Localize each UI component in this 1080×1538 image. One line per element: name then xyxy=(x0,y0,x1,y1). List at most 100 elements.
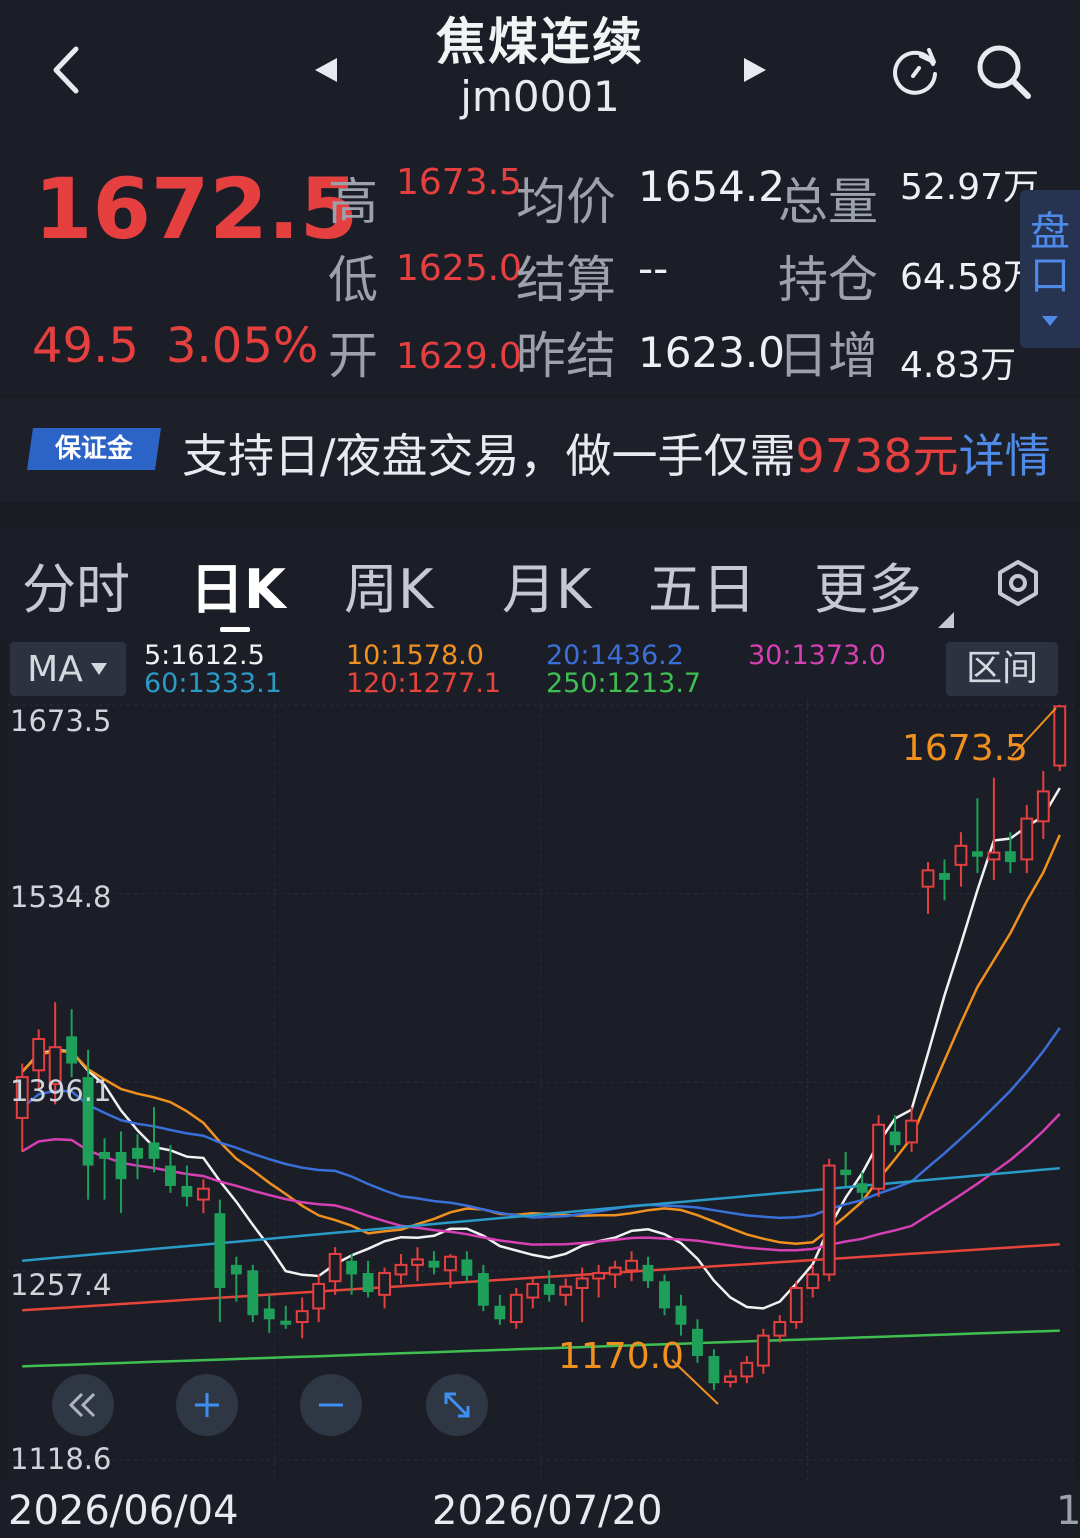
tab-daily-k[interactable]: 日K xyxy=(190,545,286,624)
candle xyxy=(181,1185,193,1197)
settle-label: 结算 xyxy=(516,251,616,309)
candle xyxy=(608,1266,622,1276)
candle xyxy=(921,869,935,888)
ma120-legend: 120:1277.1 xyxy=(346,668,502,699)
candle xyxy=(692,1328,703,1357)
order-book-button[interactable]: 盘 口 xyxy=(1020,190,1080,348)
page-marker: 1 xyxy=(1056,1488,1080,1534)
open-interest-value: 64.58万 xyxy=(900,257,1040,298)
volume-label: 总量 xyxy=(778,173,878,231)
candle xyxy=(328,1253,342,1283)
candle xyxy=(196,1187,210,1201)
avg-value: 1654.2 xyxy=(638,162,785,211)
candle xyxy=(132,1147,143,1159)
low-value: 1625.0 xyxy=(396,248,522,289)
tab-more[interactable]: 更多 xyxy=(814,545,922,624)
next-triangle-icon[interactable] xyxy=(736,50,776,90)
candle xyxy=(659,1281,670,1309)
candle xyxy=(295,1310,309,1324)
candle xyxy=(214,1213,226,1289)
zoom-in-icon xyxy=(195,1393,219,1417)
candle xyxy=(312,1282,326,1310)
last-price: 1672.5 xyxy=(34,160,359,258)
ma5-line xyxy=(21,787,1061,1310)
candle xyxy=(230,1264,242,1275)
search-icon[interactable] xyxy=(970,38,1036,104)
chart-settings-icon[interactable] xyxy=(990,555,1046,611)
ma250-legend: 250:1213.7 xyxy=(546,668,702,699)
moving-average-lines xyxy=(21,787,1061,1368)
low-label: 低 xyxy=(328,251,378,309)
candle xyxy=(592,1272,606,1280)
candle xyxy=(840,1169,852,1176)
volume-value: 52.97万 xyxy=(900,167,1040,208)
candle xyxy=(987,851,1001,861)
settle-value: -- xyxy=(638,244,669,293)
candle xyxy=(971,851,983,857)
candle xyxy=(723,1375,737,1383)
candle xyxy=(428,1260,440,1268)
candle xyxy=(32,1038,46,1072)
candle xyxy=(378,1272,391,1296)
candle xyxy=(822,1164,836,1276)
candle xyxy=(872,1123,886,1190)
min-price-annotation: 1170.0 xyxy=(558,1336,684,1377)
x-tick-label: 2026/07/20 xyxy=(432,1488,663,1534)
candle xyxy=(543,1283,555,1295)
candle xyxy=(939,873,950,880)
candle xyxy=(66,1036,78,1064)
daily-increase-label: 日增 xyxy=(778,327,878,385)
candle xyxy=(165,1165,176,1186)
candle xyxy=(148,1142,160,1159)
candle xyxy=(411,1258,424,1266)
fullscreen-icon xyxy=(444,1392,470,1418)
candle xyxy=(756,1334,770,1367)
banner-amount: 9738元 xyxy=(795,429,959,483)
banner-text: 支持日/夜盘交易，做一手仅需9738元详情 xyxy=(182,420,1051,486)
candle xyxy=(905,1119,918,1144)
tab-monthly-k[interactable]: 月K xyxy=(502,545,591,624)
rewind-icon xyxy=(68,1392,96,1418)
rewind-button[interactable] xyxy=(52,1374,114,1436)
zoom-in-button[interactable] xyxy=(176,1374,238,1436)
y-tick-label: 1118.6 xyxy=(10,1442,112,1476)
candle xyxy=(362,1273,374,1293)
tab-weekly-k[interactable]: 周K xyxy=(344,545,433,624)
y-tick-label: 1396.1 xyxy=(10,1074,112,1108)
candle xyxy=(115,1151,127,1180)
banner-details-link[interactable]: 详情 xyxy=(959,429,1051,483)
candle xyxy=(889,1131,901,1146)
zoom-out-icon xyxy=(319,1403,343,1407)
avg-label: 均价 xyxy=(516,173,616,231)
indicator-select[interactable]: MA xyxy=(10,642,126,696)
ma10-legend: 10:1578.0 xyxy=(346,640,484,671)
candle xyxy=(642,1264,654,1282)
candle xyxy=(1004,851,1016,863)
order-book-label-2: 口 xyxy=(1030,253,1070,299)
candle xyxy=(856,1183,868,1193)
refresh-icon[interactable] xyxy=(885,40,947,102)
chart-grid xyxy=(8,700,1074,1480)
fullscreen-button[interactable] xyxy=(426,1374,488,1436)
candle xyxy=(394,1263,408,1276)
candle xyxy=(773,1321,787,1337)
open-label: 开 xyxy=(328,327,378,385)
candle xyxy=(461,1259,473,1276)
daily-increase-value: 4.83万 xyxy=(900,345,1017,386)
prev-settle-value: 1623.0 xyxy=(638,328,785,377)
more-corner-icon xyxy=(938,612,954,628)
tab-five-day[interactable]: 五日 xyxy=(648,545,756,624)
range-button[interactable]: 区间 xyxy=(946,642,1058,696)
candle xyxy=(559,1285,573,1296)
candle xyxy=(263,1308,275,1320)
candle xyxy=(346,1260,358,1275)
chevron-down-icon xyxy=(1042,316,1058,326)
zoom-out-button[interactable] xyxy=(300,1374,362,1436)
candle xyxy=(575,1277,589,1290)
indicator-label: MA xyxy=(27,648,83,690)
tab-intraday[interactable]: 分时 xyxy=(22,545,130,624)
max-annotation-pointer xyxy=(1011,707,1057,757)
ma5-legend: 5:1612.5 xyxy=(144,640,265,671)
ma250-line xyxy=(22,1329,1060,1368)
candle xyxy=(280,1320,292,1325)
